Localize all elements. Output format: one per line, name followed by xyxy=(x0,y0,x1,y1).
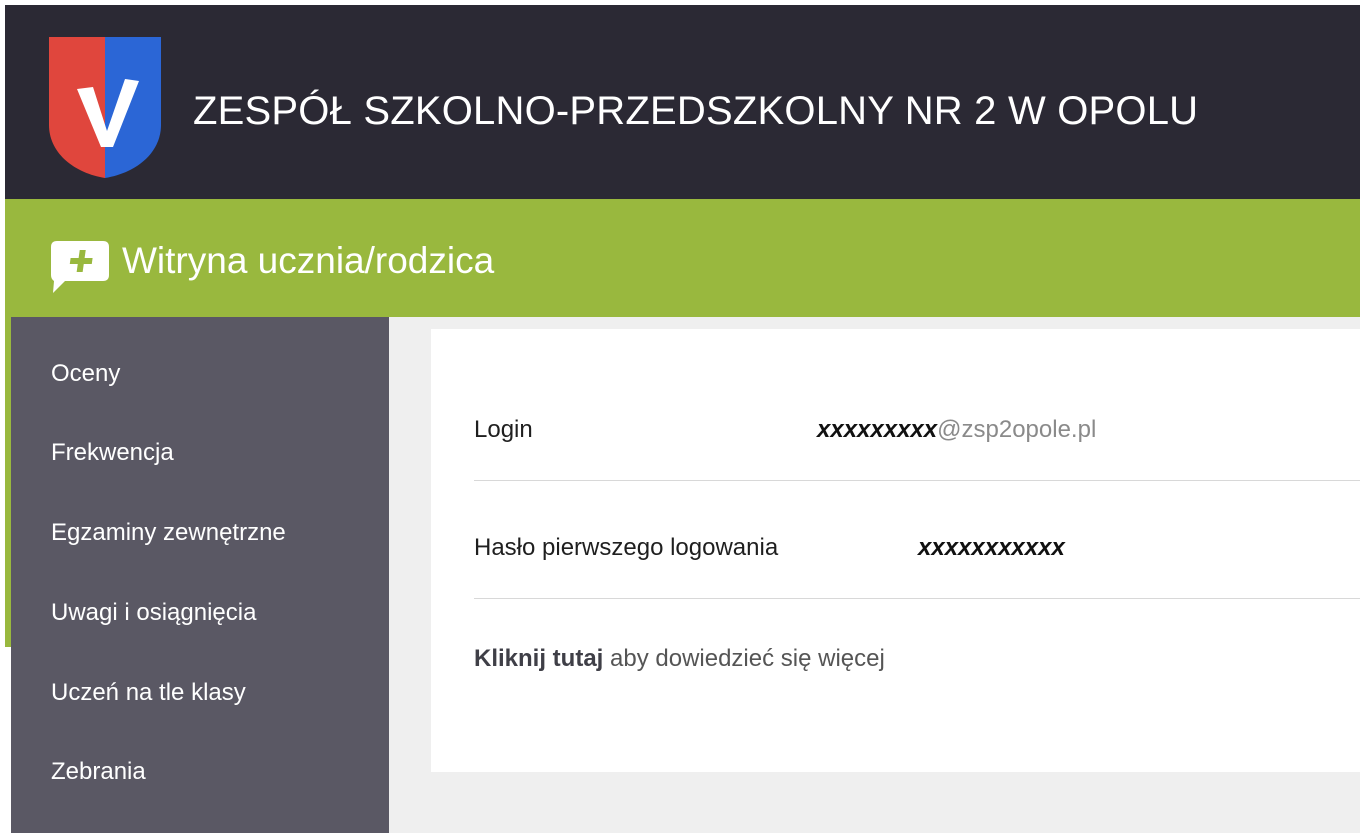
password-value: xxxxxxxxxxx xyxy=(918,534,1065,561)
login-user: xxxxxxxxx xyxy=(817,416,938,443)
row-divider xyxy=(474,480,1360,481)
chat-plus-icon xyxy=(51,241,109,293)
sidebar-nav: Oceny Frekwencja Egzaminy zewnętrzne Uwa… xyxy=(11,317,389,833)
password-label: Hasło pierwszego logowania xyxy=(474,534,779,561)
sidebar-item-zebrania[interactable]: Zebrania xyxy=(51,757,146,787)
login-domain: @zsp2opole.pl xyxy=(937,416,1097,443)
sidebar-item-frekwencja[interactable]: Frekwencja xyxy=(51,438,174,468)
app-title: Witryna ucznia/rodzica xyxy=(122,240,495,281)
sidebar-item-oceny[interactable]: Oceny xyxy=(51,359,120,389)
shield-v-logo-icon[interactable] xyxy=(49,37,161,178)
app-bar: Witryna ucznia/rodzica xyxy=(5,199,1360,317)
info-line: Kliknij tutaj aby dowiedzieć się więcej xyxy=(474,644,885,674)
school-header: ZESPÓŁ SZKOLNO-PRZEDSZKOLNY NR 2 W OPOLU xyxy=(5,5,1360,199)
login-value: xxxxxxxxx@zsp2opole.pl xyxy=(817,415,1096,445)
row-divider xyxy=(474,598,1360,599)
more-info-link[interactable]: Kliknij tutaj xyxy=(474,645,603,672)
school-name: ZESPÓŁ SZKOLNO-PRZEDSZKOLNY NR 2 W OPOLU xyxy=(193,89,1199,133)
sidebar-item-egzaminy[interactable]: Egzaminy zewnętrzne xyxy=(51,518,286,548)
sidebar-item-uczen-na-tle-klasy[interactable]: Uczeń na tle klasy xyxy=(51,678,246,708)
login-label: Login xyxy=(474,416,533,443)
sidebar-item-uwagi[interactable]: Uwagi i osiągnięcia xyxy=(51,598,256,628)
page: ZESPÓŁ SZKOLNO-PRZEDSZKOLNY NR 2 W OPOLU… xyxy=(0,0,1360,833)
info-text: aby dowiedzieć się więcej xyxy=(603,645,885,672)
